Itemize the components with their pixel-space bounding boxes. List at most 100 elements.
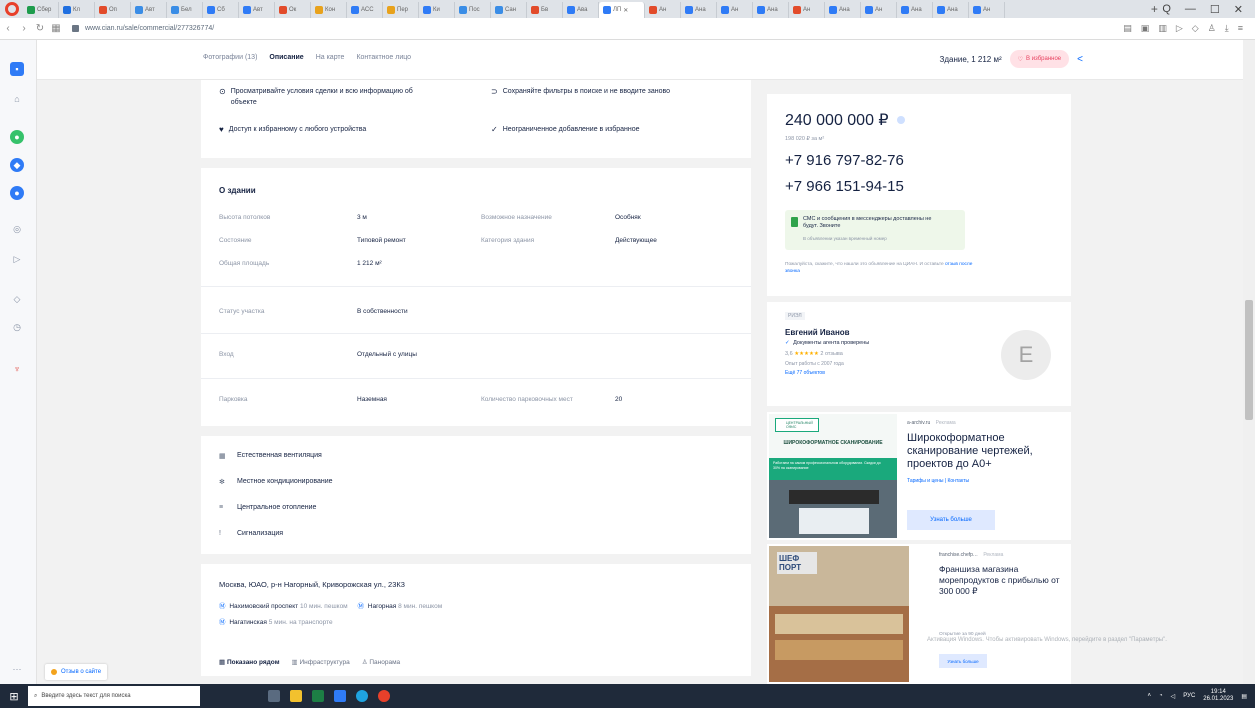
search-tabs-button[interactable]: Q [1162,3,1171,16]
windows-start-icon[interactable]: ⊞ [0,690,28,703]
yandex-browser-icon[interactable] [378,690,390,702]
sidebar-more-icon[interactable]: ··· [10,662,24,676]
avatar[interactable]: E [1001,330,1051,380]
forward-button[interactable]: › [16,23,32,34]
tab-infrastructure[interactable]: ▥ Инфраструктура [292,658,350,666]
phone-number[interactable]: +7 916 797-82-76 [785,152,904,169]
profile-icon[interactable]: ♙ [1208,23,1216,34]
clock[interactable]: 19:14 26.01.2023 [1203,689,1233,703]
browser-tab[interactable]: Бел [167,2,203,18]
sidebar-house-icon[interactable]: ⌂ [10,92,24,106]
download-icon[interactable]: ⤓ [1225,23,1229,34]
close-tab-icon[interactable]: ✕ [623,7,628,14]
shield-icon[interactable]: ◇ [1192,23,1199,34]
browser-tab[interactable]: Ана [897,2,933,18]
minimize-button[interactable]: — [1185,3,1196,16]
browser-tab[interactable]: Ана [753,2,789,18]
tab-panorama[interactable]: ♙ Панорама [362,658,400,666]
maximize-button[interactable]: ☐ [1210,3,1220,16]
sidebar-telegram-icon[interactable]: ◆ [10,158,24,172]
sidebar-target-icon[interactable]: ◎ [10,222,24,236]
agent-rating[interactable]: 3,6 ★★★★★ 2 отзыва [785,351,843,357]
browser-tab[interactable]: Ан [861,2,897,18]
learn-more-button[interactable]: Узнать больше [939,654,987,668]
share-icon[interactable]: < [1077,54,1083,65]
play-icon[interactable]: ▷ [1176,23,1183,34]
ad-title[interactable]: Широкоформатное сканирование чертежей, п… [907,432,1067,471]
browser-tab[interactable]: Сб [203,2,239,18]
language-indicator[interactable]: РУС [1183,693,1195,699]
back-button[interactable]: ‹ [0,23,16,34]
agent-name[interactable]: Евгений Иванов [785,328,850,337]
browser-tab[interactable]: Бв [527,2,563,18]
browser-tab[interactable]: Ан [969,2,1005,18]
info-icon[interactable] [897,116,905,124]
subnav-link[interactable]: Контактное лицо [356,54,411,61]
browser-tab[interactable]: Авт [239,2,275,18]
metro-station[interactable]: Нахимовский проспект [229,603,298,610]
ad-image[interactable]: ЦЕНТРАЛЬНЫЙ ОФИС ШИРОКОФОРМАТНОЕ СКАНИРО… [769,414,897,538]
sidebar-messenger-icon[interactable]: ● [10,130,24,144]
learn-more-button[interactable]: Узнать больше [907,510,995,530]
browser-tab[interactable]: Пер [383,2,419,18]
collections-icon[interactable]: ▣ [1141,23,1150,34]
browser-tab[interactable]: Сбер [23,2,59,18]
browser-tab-active[interactable]: ЛП ✕ [599,2,645,18]
sidebar-play-icon[interactable]: ▷ [10,252,24,266]
browser-tab[interactable]: Кл [59,2,95,18]
file-explorer-icon[interactable] [290,690,302,702]
browser-tab[interactable]: Авт [131,2,167,18]
browser-tab[interactable]: Ана [825,2,861,18]
browser-tab[interactable]: Оп [95,2,131,18]
browser-tab[interactable]: Ана [681,2,717,18]
browser-tab[interactable]: Ана [933,2,969,18]
ad-scanning[interactable]: ЦЕНТРАЛЬНЫЙ ОФИС ШИРОКОФОРМАТНОЕ СКАНИРО… [767,412,1071,540]
browser-tab[interactable]: Ан [645,2,681,18]
phone-number[interactable]: +7 966 151-94-15 [785,178,904,195]
metro-station[interactable]: Нагатинская [229,619,267,626]
ad-title[interactable]: Франшиза магазина морепродуктов с прибыл… [939,564,1067,597]
taskbar-search-input[interactable]: ⌕ Введите здесь текст для поиска [28,686,200,706]
subnav-link[interactable]: Фотографии (13) [203,54,257,61]
ad-image[interactable]: ШЕФ ПОРТ [769,546,909,682]
new-tab-button[interactable]: + [1146,2,1162,16]
agent-more-link[interactable]: Ещё 77 объектов [785,370,825,376]
ad-franchise[interactable]: ШЕФ ПОРТ franchise.chefp… Реклама Франши… [767,544,1071,684]
browser-tab[interactable]: Ки [419,2,455,18]
scrollbar-thumb[interactable] [1245,300,1253,420]
notifications-icon[interactable]: ▤ [1241,693,1247,700]
edge-icon[interactable] [356,690,368,702]
url-field[interactable]: www.cian.ru/sale/commercial/277326774/ [72,25,1123,32]
sidebar-vk-icon[interactable]: ● [10,186,24,200]
browser-tab[interactable]: АСС [347,2,383,18]
reader-icon[interactable]: ▤ [1123,23,1132,34]
browser-tab[interactable]: Сан [491,2,527,18]
browser-tab[interactable]: Ан [717,2,753,18]
browser-tab[interactable]: Кон [311,2,347,18]
browser-logo-icon[interactable] [5,2,19,16]
sidebar-alice-icon[interactable]: ♆ [10,362,24,376]
subnav-link[interactable]: Описание [269,54,303,61]
subnav-link[interactable]: На карте [316,54,345,61]
volume-icon[interactable]: ◁ [1171,693,1176,700]
metro-station[interactable]: Нагорная [368,603,397,610]
browser-tab[interactable]: Ок [275,2,311,18]
sidebar-shield-icon[interactable]: ◇ [10,292,24,306]
tab-nearby[interactable]: ▦ Показано рядом [219,658,280,666]
browser-tab[interactable]: Пос [455,2,491,18]
ad-source[interactable]: franchise.chefp… Реклама [939,552,1003,558]
network-icon[interactable]: ◔ [1159,693,1163,699]
task-view-icon[interactable] [268,690,280,702]
ad-links[interactable]: Тарифы и цены | Контакты [907,478,969,484]
sidebar-history-icon[interactable]: ◷ [10,320,24,334]
address-line[interactable]: Москва, ЮАО, р-н Нагорный, Криворожская … [219,580,405,589]
browser-tab[interactable]: Ава [563,2,599,18]
add-to-favorites-button[interactable]: ♡ В избранное [1009,50,1070,68]
page-scrollbar[interactable] [1243,40,1255,684]
word-icon[interactable] [334,690,346,702]
ad-source[interactable]: a-archiv.ru Реклама [907,420,956,426]
excel-icon[interactable] [312,690,324,702]
grid-icon[interactable]: ▦ [48,23,64,34]
close-window-button[interactable]: ✕ [1234,3,1243,16]
site-feedback-button[interactable]: Отзыв о сайте [45,664,108,680]
